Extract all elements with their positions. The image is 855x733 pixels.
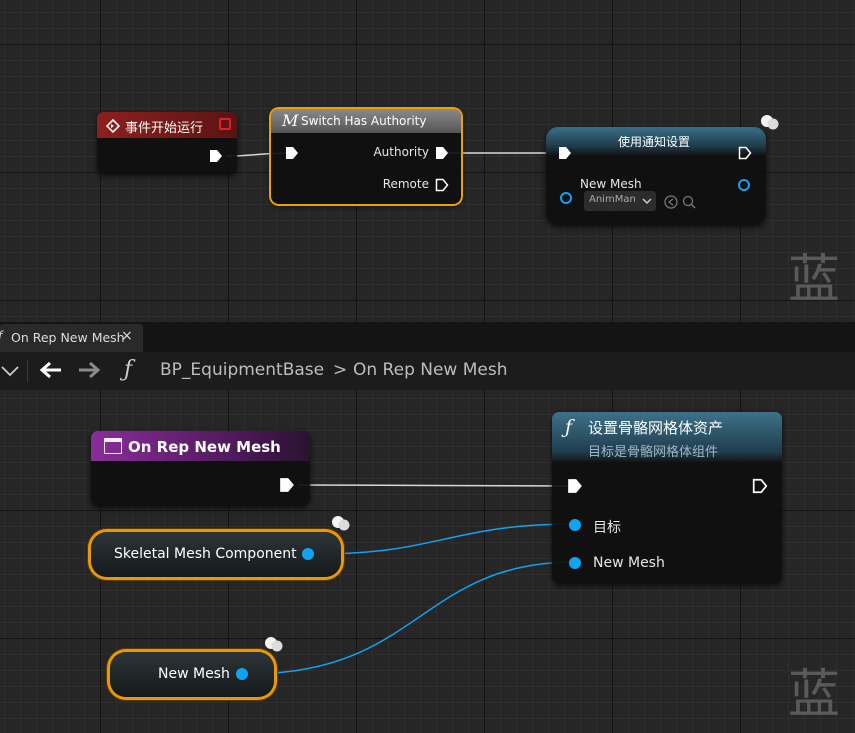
exec-out-pin[interactable] — [752, 478, 768, 494]
comment-bubble-icon[interactable] — [760, 114, 780, 130]
remote-pin-label: Remote — [382, 177, 429, 191]
node-title: On Rep New Mesh — [128, 438, 281, 456]
node-subtitle: 目标是骨骼网格体组件 — [588, 445, 719, 460]
back-arrow-icon[interactable] — [40, 361, 62, 379]
exec-in-pin[interactable] — [558, 146, 572, 160]
breadcrumb-class[interactable]: BP_EquipmentBase — [160, 360, 324, 380]
new-mesh-in-pin[interactable] — [569, 557, 581, 569]
tab-close-button[interactable]: × — [121, 328, 133, 344]
blueprint-watermark: 蓝 — [788, 250, 841, 310]
exec-wire — [297, 484, 576, 487]
node-title: 使用通知设置 — [618, 135, 691, 149]
on-rep-new-mesh-node[interactable]: On Rep New Mesh — [91, 431, 310, 506]
new-mesh-pin-label: New Mesh — [593, 555, 665, 571]
comment-bubble-icon[interactable] — [331, 515, 351, 531]
function-tab-icon: f — [0, 329, 2, 343]
anim-in-pin[interactable] — [560, 192, 572, 204]
function-entry-icon — [104, 438, 122, 454]
exec-in-pin[interactable] — [567, 478, 583, 494]
variable-label: Skeletal Mesh Component — [114, 546, 297, 562]
target-pin-label: 目标 — [593, 520, 621, 536]
exec-out-pin[interactable] — [738, 146, 752, 160]
graph-canvas-bottom[interactable]: On Rep New Mesh ƒ 设置骨骼网格体资产 目标是骨骼网格体组件 目… — [0, 390, 855, 733]
comment-bubble-icon[interactable] — [264, 636, 284, 652]
node-title: Switch Has Authority — [301, 114, 427, 128]
function-icon: ƒ — [124, 357, 133, 382]
new-mesh-pin-label: New Mesh — [580, 177, 642, 191]
exec-out-pin[interactable] — [209, 149, 223, 163]
event-begin-play-node[interactable]: 事件开始运行 — [97, 112, 237, 174]
event-diamond-icon — [106, 119, 120, 133]
tab-label: On Rep New Mesh — [11, 330, 125, 345]
skeletal-mesh-component-var-node[interactable]: Skeletal Mesh Component — [91, 532, 341, 577]
authority-pin-label: Authority — [373, 145, 429, 159]
macro-icon-glyph: M — [282, 111, 299, 130]
use-selected-icon[interactable] — [664, 195, 678, 209]
anim-dropdown[interactable]: AnimMan — [584, 191, 656, 211]
blueprint-watermark: 蓝 — [788, 665, 841, 725]
graph-toolbar: ƒ BP_EquipmentBase > On Rep New Mesh — [0, 352, 855, 391]
remote-exec-pin[interactable] — [435, 178, 449, 192]
toolbar-divider — [27, 360, 28, 382]
target-wire — [315, 523, 576, 555]
variable-out-pin[interactable] — [302, 548, 314, 560]
node-title: 设置骨骼网格体资产 — [588, 419, 724, 437]
graph-canvas-top[interactable]: 事件开始运行 M Switch Has Authority Authority … — [0, 0, 855, 322]
delegate-pin-icon[interactable] — [219, 118, 231, 130]
variable-out-pin[interactable] — [236, 668, 248, 680]
authority-exec-pin[interactable] — [435, 146, 449, 160]
new-mesh-wire — [247, 561, 576, 675]
variable-label: New Mesh — [158, 666, 230, 682]
new-mesh-var-node[interactable]: New Mesh — [110, 652, 274, 697]
target-in-pin[interactable] — [569, 519, 581, 531]
history-dropdown-icon[interactable] — [0, 363, 22, 379]
function-icon: ƒ — [565, 416, 573, 438]
browse-search-icon[interactable] — [682, 195, 696, 209]
anim-dropdown-value: AnimMan — [589, 194, 636, 205]
switch-has-authority-node[interactable]: M Switch Has Authority Authority Remote — [271, 109, 461, 204]
chevron-down-icon — [642, 198, 652, 205]
exec-out-pin[interactable] — [279, 477, 295, 493]
breadcrumb-function[interactable]: On Rep New Mesh — [353, 360, 508, 380]
breadcrumb-separator: > — [333, 360, 348, 380]
node-title: 事件开始运行 — [125, 121, 204, 136]
exec-in-pin[interactable] — [285, 146, 299, 160]
new-mesh-out-pin[interactable] — [738, 179, 750, 191]
set-skeletal-mesh-asset-node[interactable]: ƒ 设置骨骼网格体资产 目标是骨骼网格体组件 目标 New Mesh — [552, 412, 782, 584]
forward-arrow-icon[interactable] — [78, 361, 100, 379]
tab-bar: f On Rep New Mesh × — [0, 322, 855, 352]
tab-on-rep-new-mesh[interactable]: f On Rep New Mesh × — [0, 324, 143, 352]
notify-settings-node[interactable]: 使用通知设置 New Mesh AnimMan — [546, 127, 766, 225]
